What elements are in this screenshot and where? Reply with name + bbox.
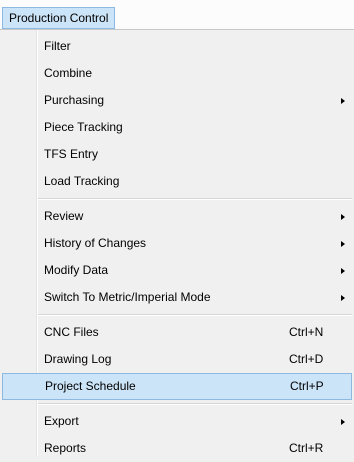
menu-item-label: Load Tracking bbox=[44, 174, 120, 188]
menu-item-label: Export bbox=[44, 414, 79, 428]
menu-item-label: Piece Tracking bbox=[44, 120, 123, 134]
menu-separator bbox=[0, 311, 354, 319]
menu-bar: Production Control bbox=[0, 0, 354, 30]
submenu-arrow-icon bbox=[341, 214, 345, 220]
submenu-arrow-icon bbox=[341, 419, 345, 425]
menu-item-drawing-log[interactable]: Drawing Log Ctrl+D bbox=[0, 346, 354, 373]
menu-item-export[interactable]: Export bbox=[0, 408, 354, 435]
menu-item-shortcut: Ctrl+R bbox=[289, 441, 324, 455]
menu-item-cnc-files[interactable]: CNC Files Ctrl+N bbox=[0, 319, 354, 346]
menu-item-load-tracking[interactable]: Load Tracking bbox=[0, 168, 354, 195]
menu-item-label: Project Schedule bbox=[45, 379, 136, 393]
submenu-arrow-icon bbox=[341, 98, 345, 104]
menu-item-label: Purchasing bbox=[44, 93, 105, 107]
menu-separator bbox=[0, 195, 354, 203]
menu-item-history-of-changes[interactable]: History of Changes bbox=[0, 230, 354, 257]
menu-item-label: Filter bbox=[44, 39, 71, 53]
menu-production-control[interactable]: Production Control bbox=[2, 7, 116, 30]
menu-item-combine[interactable]: Combine bbox=[0, 60, 354, 87]
menu-items: Filter Combine Purchasing Piece Tracking TFS… bbox=[0, 33, 354, 462]
menu-item-piece-tracking[interactable]: Piece Tracking bbox=[0, 114, 354, 141]
menu-item-label: TFS Entry bbox=[44, 147, 99, 161]
menu-item-review[interactable]: Review bbox=[0, 203, 354, 230]
menu-item-project-schedule[interactable]: Project Schedule Ctrl+P bbox=[2, 373, 352, 400]
menu-item-shortcut: Ctrl+D bbox=[289, 352, 324, 366]
menu-item-shortcut: Ctrl+P bbox=[290, 379, 324, 393]
menu-item-tfs-entry[interactable]: TFS Entry bbox=[0, 141, 354, 168]
menu-separator bbox=[0, 400, 354, 408]
menu-item-label: Combine bbox=[44, 66, 93, 80]
submenu-arrow-icon bbox=[341, 268, 345, 274]
menu-item-label: CNC Files bbox=[44, 325, 99, 339]
production-control-dropdown: Filter Combine Purchasing Piece Tracking TFS… bbox=[0, 29, 354, 456]
menu-item-shortcut: Ctrl+N bbox=[289, 325, 324, 339]
submenu-arrow-icon bbox=[341, 241, 345, 247]
menu-item-label: Modify Data bbox=[44, 263, 109, 277]
submenu-arrow-icon bbox=[341, 295, 345, 301]
menu-item-label: Switch To Metric/Imperial Mode bbox=[44, 290, 211, 304]
menu-item-label: Reports bbox=[44, 441, 87, 455]
menu-item-modify-data[interactable]: Modify Data bbox=[0, 257, 354, 284]
menu-item-label: Review bbox=[44, 209, 84, 223]
menu-item-filter[interactable]: Filter bbox=[0, 33, 354, 60]
menu-item-label: History of Changes bbox=[44, 236, 147, 250]
menu-item-switch-to-metric-imperial-mode[interactable]: Switch To Metric/Imperial Mode bbox=[0, 284, 354, 311]
menu-item-label: Drawing Log bbox=[44, 352, 112, 366]
menu-item-reports[interactable]: Reports Ctrl+R bbox=[0, 435, 354, 462]
menu-item-purchasing[interactable]: Purchasing bbox=[0, 87, 354, 114]
